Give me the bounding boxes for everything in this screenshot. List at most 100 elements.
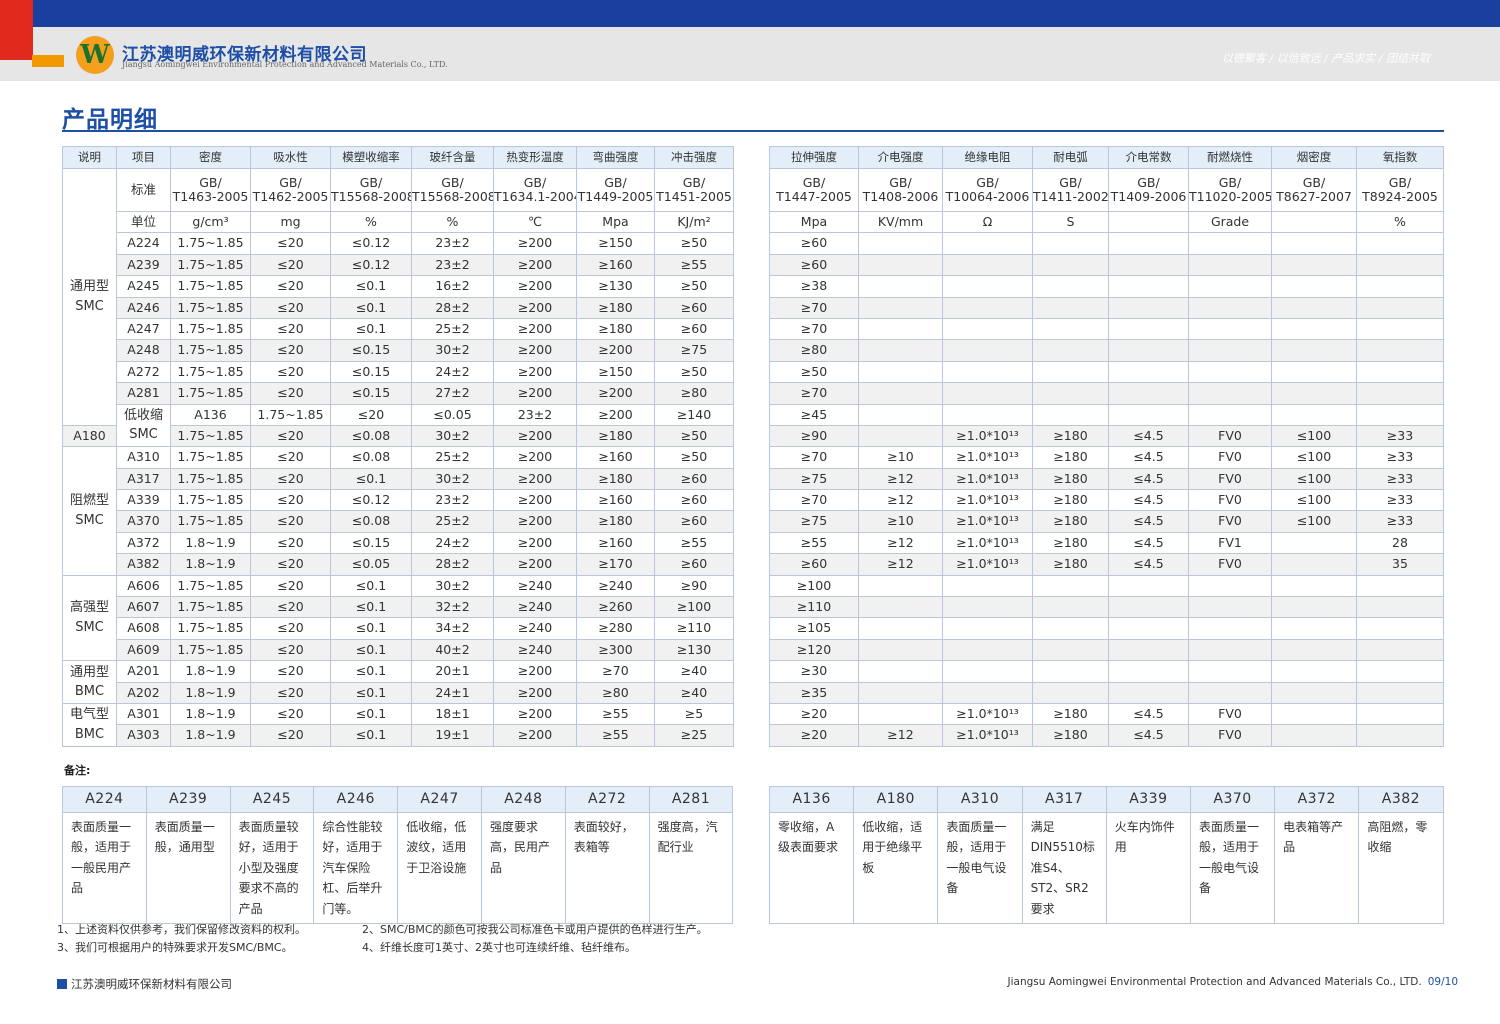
note-code: A339 xyxy=(1105,786,1191,813)
table-cell xyxy=(942,382,1033,405)
table-cell xyxy=(1188,617,1272,640)
table-cell: ≥50 xyxy=(654,424,734,448)
column-header: 模塑收缩率 xyxy=(330,146,412,169)
table-row: ≥120 xyxy=(769,638,1444,662)
table-cell: ≥200 xyxy=(493,724,577,747)
company-logo-icon: W xyxy=(76,36,114,74)
note-text: 火车内饰件用 xyxy=(1105,812,1191,924)
table-cell xyxy=(858,424,943,448)
table-cell: ≥180 xyxy=(576,317,655,341)
table-cell: ≤4.5 xyxy=(1108,446,1189,469)
note-code: A247 xyxy=(397,786,482,813)
table-cell: ≥1.0*10¹³ xyxy=(942,510,1033,533)
table-cell xyxy=(1032,253,1109,277)
table-cell xyxy=(1108,403,1189,426)
column-header: 热变形温度 xyxy=(493,146,577,169)
group-label: 电气型 BMC xyxy=(62,702,117,747)
note-code: A372 xyxy=(1274,786,1360,813)
table-cell: ≤20 xyxy=(250,638,331,662)
table-cell xyxy=(1271,702,1357,726)
unit-cell: % xyxy=(411,210,494,234)
table-cell: ≥280 xyxy=(576,617,655,640)
standard-cell: GB/T1409-2006 xyxy=(1108,168,1189,212)
group-name-line: 低收缩 xyxy=(123,407,163,423)
group-name-line: 高强型 xyxy=(69,600,109,616)
note-code: A272 xyxy=(564,786,650,813)
table-cell: ≤20 xyxy=(250,339,331,362)
table-cell xyxy=(858,617,943,640)
unit-cell: Ω xyxy=(942,210,1033,234)
table-cell xyxy=(1356,360,1444,384)
table-cell: ≤20 xyxy=(250,467,331,491)
table-cell: 1.75~1.85 xyxy=(170,467,251,491)
table-cell: 35 xyxy=(1356,553,1444,576)
standard-cell: GB/T8924-2005 xyxy=(1356,168,1444,212)
row-label: 单位 xyxy=(116,210,171,234)
group-name-line: 通用型 xyxy=(69,664,109,680)
column-header: 耐燃烧性 xyxy=(1188,146,1272,169)
table-cell: 25±2 xyxy=(411,446,494,469)
note-text: 满足DIN5510标准S4、ST2、SR2要求 xyxy=(1021,812,1107,924)
table-row: ≥30 xyxy=(769,660,1444,683)
table-row: ≥60 xyxy=(769,253,1444,277)
table-cell xyxy=(1032,403,1109,426)
table-cell: ≤20 xyxy=(330,403,412,426)
table-cell: ≥200 xyxy=(493,382,577,405)
unit-cell: mg xyxy=(250,210,331,234)
table-cell: 19±1 xyxy=(411,724,494,747)
table-cell: A370 xyxy=(116,510,171,533)
row-label: 标准 xyxy=(116,168,171,212)
table-cell: ≤4.5 xyxy=(1108,510,1189,533)
table-cell: ≤4.5 xyxy=(1108,531,1189,555)
table-row: ≥70 ≥12 ≥1.0*10¹³ ≥180 ≤4.5 FV0 ≤100 ≥33 xyxy=(769,489,1444,512)
column-header: 项目 xyxy=(116,146,171,169)
table-cell xyxy=(1188,638,1272,662)
table-row: ≥70 ≥10 ≥1.0*10¹³ ≥180 ≤4.5 FV0 ≤100 ≥33 xyxy=(769,446,1444,469)
table-row: A248 1.75~1.85 ≤20 ≤0.15 30±2 ≥200 ≥200 ≥75 xyxy=(63,339,734,362)
table-cell xyxy=(1108,574,1189,598)
table-cell: ≤0.05 xyxy=(330,553,412,576)
table-row: ≥55 ≥12 ≥1.0*10¹³ ≥180 ≤4.5 FV1 28 xyxy=(769,531,1444,555)
standard-line: GB/ xyxy=(1059,174,1082,190)
standard-line: T1409-2006 xyxy=(1110,189,1187,204)
standard-line: T15568-2008 xyxy=(412,189,494,204)
table-cell: 30±2 xyxy=(411,574,494,598)
table-cell xyxy=(1032,660,1109,683)
table-cell: ≤0.1 xyxy=(330,638,412,662)
table-cell: A607 xyxy=(116,596,171,619)
table-cell xyxy=(942,638,1033,662)
table-cell xyxy=(1356,317,1444,341)
note-code: A136 xyxy=(768,786,855,813)
table-cell xyxy=(1188,360,1272,384)
note-code: A239 xyxy=(145,786,231,813)
orange-accent xyxy=(32,55,64,67)
table-cell: ≤20 xyxy=(250,360,331,384)
table-cell: ≤4.5 xyxy=(1108,424,1189,448)
table-row: A382 1.8~1.9 ≤20 ≤0.05 28±2 ≥200 ≥170 ≥60 xyxy=(63,553,734,576)
table-cell: ≥12 xyxy=(858,724,943,747)
table-row: A317 1.75~1.85 ≤20 ≤0.1 30±2 ≥200 ≥180 ≥60 xyxy=(63,467,734,491)
table-cell: A609 xyxy=(116,638,171,662)
table-cell: ≥60 xyxy=(654,553,734,576)
standard-line: GB/ xyxy=(1218,174,1242,190)
group-label: 通用型 SMC xyxy=(62,168,117,426)
table-cell xyxy=(1271,681,1357,704)
table-cell: ≥55 xyxy=(654,531,734,555)
table-cell: ≤20 xyxy=(250,531,331,555)
table-cell xyxy=(942,360,1033,384)
table-cell: ≤0.15 xyxy=(330,360,412,384)
table-cell: ≥55 xyxy=(769,531,859,555)
table-cell: 1.75~1.85 xyxy=(170,232,251,255)
table-cell xyxy=(1108,638,1189,662)
table-cell xyxy=(1271,553,1357,576)
footer-company-label: 江苏澳明威环保新材料有限公司 xyxy=(71,977,232,991)
table-cell xyxy=(858,275,943,298)
table-cell: ≥25 xyxy=(654,724,734,747)
table-cell xyxy=(1188,574,1272,598)
group-name-line: 电气型 xyxy=(69,707,109,723)
note-text: 表面质量较好，适用于小型及强度要求不高的产品 xyxy=(229,812,315,924)
table-cell: ≤100 xyxy=(1271,446,1357,469)
table-row: A607 1.75~1.85 ≤20 ≤0.1 32±2 ≥240 ≥260 ≥100 xyxy=(63,596,734,619)
table-cell: ≤100 xyxy=(1271,510,1357,533)
table-cell xyxy=(1108,275,1189,298)
